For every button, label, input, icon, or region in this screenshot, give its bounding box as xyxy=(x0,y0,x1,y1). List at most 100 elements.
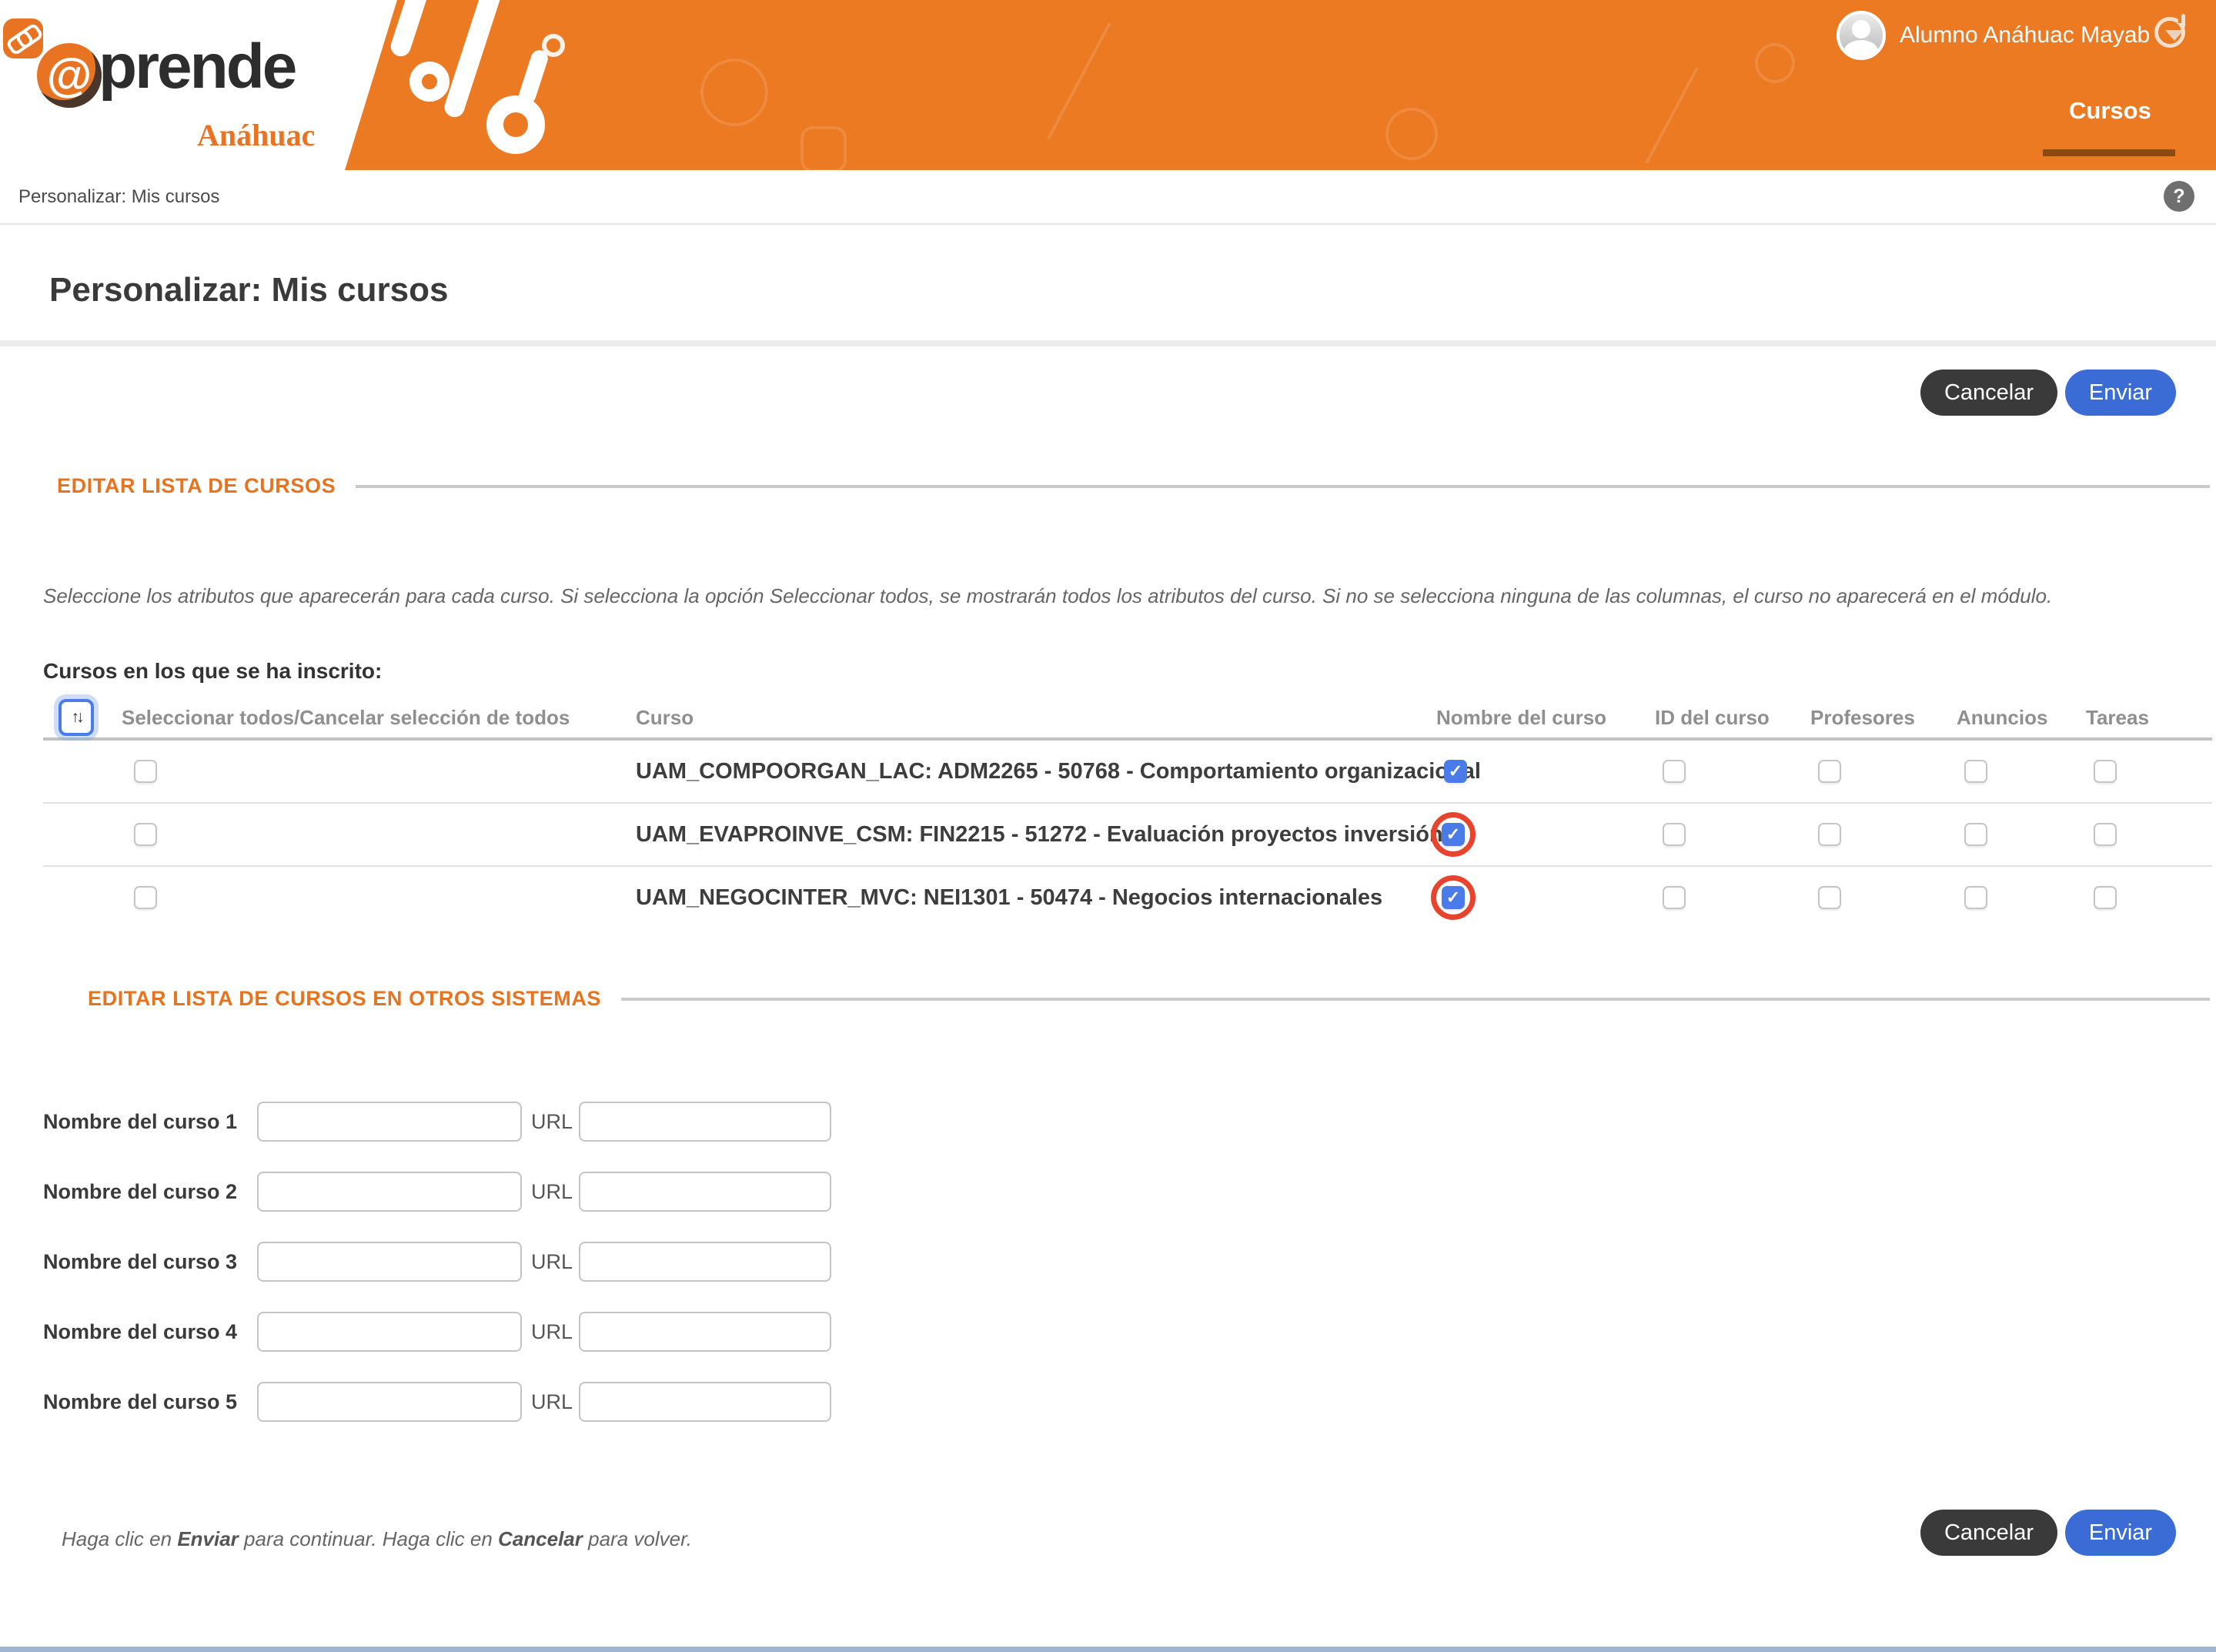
col-select-all: Seleccionar todos/Cancelar selección de … xyxy=(122,705,570,729)
instruction-text: Seleccione los atributos que aparecerán … xyxy=(43,584,2053,607)
bottom-bar: Haga clic en Enviar para continuar. Haga… xyxy=(62,1510,2176,1556)
url-label: URL xyxy=(531,1319,573,1343)
red-highlight-circle: ✓ xyxy=(1431,875,1476,920)
other-systems-form: Nombre del curso 1 URL Nombre del curso … xyxy=(0,1100,2216,1423)
course-name-label: Nombre del curso 3 xyxy=(43,1249,238,1273)
tab-active-indicator xyxy=(2043,149,2175,156)
course-url-input[interactable] xyxy=(579,1242,832,1282)
at-icon: @ xyxy=(37,43,102,108)
cancel-button[interactable]: Cancelar xyxy=(1920,370,2057,416)
section-edit-list: EDITAR LISTA DE CURSOS xyxy=(0,474,2216,498)
logo-text: prende xyxy=(99,32,297,102)
enrolled-courses-label: Cursos en los que se ha inscrito: xyxy=(43,659,383,683)
checkbox-select-all[interactable]: ✓ xyxy=(134,886,157,909)
course-name-input[interactable] xyxy=(257,1312,522,1352)
top-actions: Cancelar Enviar xyxy=(0,370,2176,416)
submit-button[interactable]: Enviar xyxy=(2065,370,2176,416)
breadcrumb[interactable]: Personalizar: Mis cursos xyxy=(18,186,219,208)
table-header-row: ↑↓ Seleccionar todos/Cancelar selección … xyxy=(43,697,2212,737)
checkbox-tasks[interactable]: ✓ xyxy=(2094,886,2117,909)
logout-power-icon[interactable] xyxy=(2154,14,2198,48)
checkbox-select-all[interactable]: ✓ xyxy=(134,760,157,783)
help-icon[interactable]: ? xyxy=(2164,181,2194,212)
checkbox-professors[interactable]: ✓ xyxy=(1818,823,1841,846)
url-label: URL xyxy=(531,1109,573,1133)
section-title: EDITAR LISTA DE CURSOS EN OTROS SISTEMAS xyxy=(88,987,602,1010)
section-rule xyxy=(621,997,2210,1001)
course-title: UAM_EVAPROINVE_CSM: FIN2215 - 51272 - Ev… xyxy=(636,821,1443,847)
course-name-label: Nombre del curso 4 xyxy=(43,1319,238,1343)
col-profesores: Profesores xyxy=(1810,705,1915,729)
checkbox-announcements[interactable]: ✓ xyxy=(1964,886,1987,909)
course-name-label: Nombre del curso 1 xyxy=(43,1109,238,1133)
course-name-label: Nombre del curso 2 xyxy=(43,1179,238,1203)
courses-table: ↑↓ Seleccionar todos/Cancelar selección … xyxy=(43,697,2212,928)
form-row: Nombre del curso 3 URL xyxy=(0,1240,2216,1283)
checkbox-course-name[interactable]: ✓ xyxy=(1442,823,1465,846)
user-menu[interactable]: Alumno Anáhuac Mayab xyxy=(1837,11,2184,60)
decor-square xyxy=(801,126,847,170)
cancel-button[interactable]: Cancelar xyxy=(1920,1510,2057,1556)
course-name-input[interactable] xyxy=(257,1172,522,1212)
brand-slash xyxy=(388,0,442,59)
checkbox-announcements[interactable]: ✓ xyxy=(1964,823,1987,846)
decor-line xyxy=(1645,67,1699,164)
table-row: ✓ UAM_NEGOCINTER_MVC: NEI1301 - 50474 - … xyxy=(43,867,2212,928)
red-highlight-circle: ✓ xyxy=(1431,812,1476,857)
decor-line xyxy=(1047,22,1111,139)
decor-circle xyxy=(1385,108,1438,160)
course-url-input[interactable] xyxy=(579,1102,832,1142)
col-tareas: Tareas xyxy=(2086,705,2149,729)
col-id: ID del curso xyxy=(1655,705,1770,729)
sort-icon[interactable]: ↑↓ xyxy=(58,699,94,736)
checkbox-course-name[interactable]: ✓ xyxy=(1442,886,1465,909)
avatar xyxy=(1837,11,1886,60)
form-row: Nombre del curso 5 URL xyxy=(0,1380,2216,1423)
col-curso: Curso xyxy=(636,705,694,729)
table-row: ✓ UAM_COMPOORGAN_LAC: ADM2265 - 50768 - … xyxy=(43,741,2212,804)
brand-donut xyxy=(542,34,565,57)
checkbox-select-all[interactable]: ✓ xyxy=(134,823,157,846)
tab-cursos[interactable]: Cursos xyxy=(2069,97,2151,125)
brand-donut xyxy=(409,62,450,102)
course-title: UAM_NEGOCINTER_MVC: NEI1301 - 50474 - Ne… xyxy=(636,885,1383,910)
app: @ prende Anáhuac Alumno Anáhuac Mayab Cu… xyxy=(0,0,2216,1652)
course-name-input[interactable] xyxy=(257,1102,522,1142)
footer-instruction: Haga clic en Enviar para continuar. Haga… xyxy=(62,1527,692,1550)
submit-button[interactable]: Enviar xyxy=(2065,1510,2176,1556)
section-other-systems: EDITAR LISTA DE CURSOS EN OTROS SISTEMAS xyxy=(0,987,2216,1011)
brand-donut xyxy=(486,95,545,154)
course-name-input[interactable] xyxy=(257,1382,522,1422)
checkbox-tasks[interactable]: ✓ xyxy=(2094,823,2117,846)
checkbox-course-id[interactable]: ✓ xyxy=(1663,823,1686,846)
course-url-input[interactable] xyxy=(579,1312,832,1352)
logo-subtext: Anáhuac xyxy=(197,118,316,152)
course-title: UAM_COMPOORGAN_LAC: ADM2265 - 50768 - Co… xyxy=(636,758,1481,784)
brand-slash xyxy=(442,0,505,120)
aprende-anahuac-logo[interactable]: @ prende Anáhuac xyxy=(31,28,339,152)
form-row: Nombre del curso 2 URL xyxy=(0,1170,2216,1213)
checkbox-tasks[interactable]: ✓ xyxy=(2094,760,2117,783)
table-row: ✓ UAM_EVAPROINVE_CSM: FIN2215 - 51272 - … xyxy=(43,804,2212,867)
decor-circle xyxy=(700,59,768,126)
page-title: Personalizar: Mis cursos xyxy=(49,271,449,309)
bottom-strip xyxy=(0,1647,2216,1652)
checkbox-announcements[interactable]: ✓ xyxy=(1964,760,1987,783)
form-row: Nombre del curso 4 URL xyxy=(0,1310,2216,1353)
title-divider xyxy=(0,340,2216,346)
course-name-label: Nombre del curso 5 xyxy=(43,1389,238,1413)
breadcrumb-bar: Personalizar: Mis cursos ? xyxy=(0,170,2216,225)
checkbox-professors[interactable]: ✓ xyxy=(1818,886,1841,909)
section-title: EDITAR LISTA DE CURSOS xyxy=(57,474,336,497)
decor-circle xyxy=(1755,43,1795,83)
course-url-input[interactable] xyxy=(579,1382,832,1422)
form-row: Nombre del curso 1 URL xyxy=(0,1100,2216,1143)
course-name-input[interactable] xyxy=(257,1242,522,1282)
checkbox-course-name[interactable]: ✓ xyxy=(1444,760,1467,783)
col-anuncios: Anuncios xyxy=(1957,705,2048,729)
checkbox-course-id[interactable]: ✓ xyxy=(1663,886,1686,909)
checkbox-professors[interactable]: ✓ xyxy=(1818,760,1841,783)
checkbox-course-id[interactable]: ✓ xyxy=(1663,760,1686,783)
course-url-input[interactable] xyxy=(579,1172,832,1212)
section-rule xyxy=(356,484,2210,488)
